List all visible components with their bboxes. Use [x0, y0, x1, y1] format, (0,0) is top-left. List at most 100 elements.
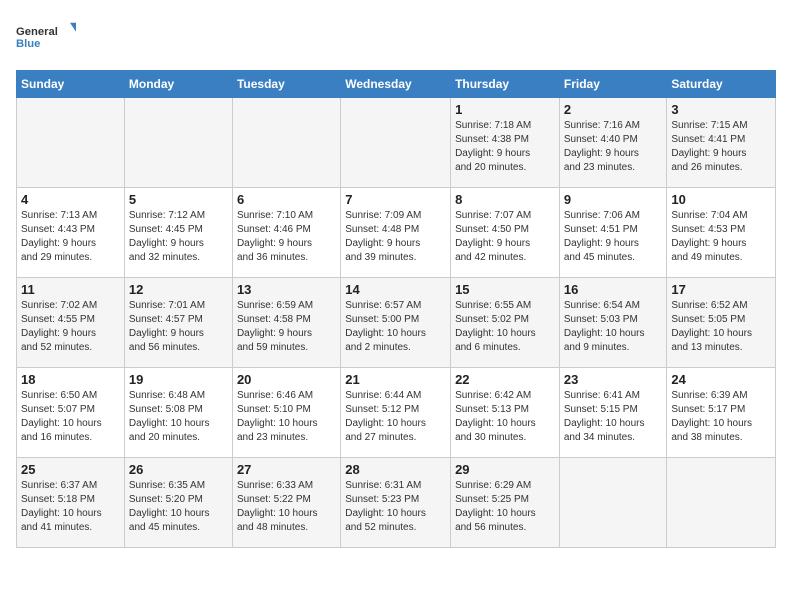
- calendar-cell: 1 Sunrise: 7:18 AM Sunset: 4:38 PM Daylig…: [451, 98, 560, 188]
- day-number: 11: [21, 282, 120, 297]
- day-info: Sunrise: 6:46 AM Sunset: 5:10 PM Dayligh…: [237, 389, 336, 445]
- day-info: Sunrise: 6:54 AM Sunset: 5:03 PM Dayligh…: [564, 299, 663, 355]
- calendar-cell: [17, 98, 125, 188]
- day-info: Sunrise: 6:50 AM Sunset: 5:07 PM Dayligh…: [21, 389, 120, 445]
- svg-text:General: General: [16, 26, 58, 38]
- day-number: 17: [671, 282, 771, 297]
- day-number: 12: [129, 282, 228, 297]
- calendar-cell: 4 Sunrise: 7:13 AM Sunset: 4:43 PM Daylig…: [17, 188, 125, 278]
- calendar-cell: 17 Sunrise: 6:52 AM Sunset: 5:05 PM Dayli…: [667, 278, 776, 368]
- day-info: Sunrise: 6:31 AM Sunset: 5:23 PM Dayligh…: [345, 479, 446, 535]
- day-info: Sunrise: 6:55 AM Sunset: 5:02 PM Dayligh…: [455, 299, 555, 355]
- day-number: 14: [345, 282, 446, 297]
- calendar-cell: 20 Sunrise: 6:46 AM Sunset: 5:10 PM Dayli…: [232, 368, 340, 458]
- day-number: 10: [671, 192, 771, 207]
- day-number: 15: [455, 282, 555, 297]
- day-number: 18: [21, 372, 120, 387]
- day-info: Sunrise: 6:52 AM Sunset: 5:05 PM Dayligh…: [671, 299, 771, 355]
- calendar-cell: 15 Sunrise: 6:55 AM Sunset: 5:02 PM Dayli…: [451, 278, 560, 368]
- day-number: 29: [455, 462, 555, 477]
- day-info: Sunrise: 6:33 AM Sunset: 5:22 PM Dayligh…: [237, 479, 336, 535]
- calendar-cell: 13 Sunrise: 6:59 AM Sunset: 4:58 PM Dayli…: [232, 278, 340, 368]
- calendar-cell: 21 Sunrise: 6:44 AM Sunset: 5:12 PM Dayli…: [341, 368, 451, 458]
- page-header: General Blue: [16, 16, 776, 58]
- calendar-cell: 14Sunrise: 6:57 AM Sunset: 5:00 PM Dayli…: [341, 278, 451, 368]
- day-info: Sunrise: 6:42 AM Sunset: 5:13 PM Dayligh…: [455, 389, 555, 445]
- day-info: Sunrise: 7:13 AM Sunset: 4:43 PM Dayligh…: [21, 209, 120, 265]
- calendar-cell: 16 Sunrise: 6:54 AM Sunset: 5:03 PM Dayli…: [559, 278, 667, 368]
- calendar-cell: 11 Sunrise: 7:02 AM Sunset: 4:55 PM Dayli…: [17, 278, 125, 368]
- day-info: Sunrise: 7:04 AM Sunset: 4:53 PM Dayligh…: [671, 209, 771, 265]
- day-info: Sunrise: 6:41 AM Sunset: 5:15 PM Dayligh…: [564, 389, 663, 445]
- day-number: 2: [564, 102, 663, 117]
- day-info: Sunrise: 7:01 AM Sunset: 4:57 PM Dayligh…: [129, 299, 228, 355]
- calendar-cell: 24 Sunrise: 6:39 AM Sunset: 5:17 PM Dayli…: [667, 368, 776, 458]
- day-number: 21: [345, 372, 446, 387]
- day-number: 3: [671, 102, 771, 117]
- day-number: 28: [345, 462, 446, 477]
- calendar-cell: 3 Sunrise: 7:15 AM Sunset: 4:41 PM Daylig…: [667, 98, 776, 188]
- calendar-cell: 28 Sunrise: 6:31 AM Sunset: 5:23 PM Dayli…: [341, 458, 451, 548]
- calendar-cell: [124, 98, 232, 188]
- day-info: Sunrise: 6:35 AM Sunset: 5:20 PM Dayligh…: [129, 479, 228, 535]
- day-info: Sunrise: 7:16 AM Sunset: 4:40 PM Dayligh…: [564, 119, 663, 175]
- day-info: Sunrise: 7:12 AM Sunset: 4:45 PM Dayligh…: [129, 209, 228, 265]
- day-number: 25: [21, 462, 120, 477]
- day-number: 16: [564, 282, 663, 297]
- day-number: 24: [671, 372, 771, 387]
- day-info: Sunrise: 7:06 AM Sunset: 4:51 PM Dayligh…: [564, 209, 663, 265]
- calendar-cell: 18 Sunrise: 6:50 AM Sunset: 5:07 PM Dayli…: [17, 368, 125, 458]
- day-number: 27: [237, 462, 336, 477]
- calendar-cell: 6 Sunrise: 7:10 AM Sunset: 4:46 PM Daylig…: [232, 188, 340, 278]
- day-number: 1: [455, 102, 555, 117]
- calendar-cell: [341, 98, 451, 188]
- calendar-cell: 12 Sunrise: 7:01 AM Sunset: 4:57 PM Dayli…: [124, 278, 232, 368]
- day-info: Sunrise: 6:39 AM Sunset: 5:17 PM Dayligh…: [671, 389, 771, 445]
- calendar-cell: 26Sunrise: 6:35 AM Sunset: 5:20 PM Dayli…: [124, 458, 232, 548]
- weekday-header-wednesday: Wednesday: [341, 71, 451, 98]
- calendar-cell: 25Sunrise: 6:37 AM Sunset: 5:18 PM Dayli…: [17, 458, 125, 548]
- day-number: 23: [564, 372, 663, 387]
- day-info: Sunrise: 7:07 AM Sunset: 4:50 PM Dayligh…: [455, 209, 555, 265]
- day-info: Sunrise: 7:02 AM Sunset: 4:55 PM Dayligh…: [21, 299, 120, 355]
- day-number: 19: [129, 372, 228, 387]
- day-number: 4: [21, 192, 120, 207]
- weekday-header-sunday: Sunday: [17, 71, 125, 98]
- day-number: 13: [237, 282, 336, 297]
- weekday-header-tuesday: Tuesday: [232, 71, 340, 98]
- day-info: Sunrise: 7:10 AM Sunset: 4:46 PM Dayligh…: [237, 209, 336, 265]
- day-number: 5: [129, 192, 228, 207]
- calendar-cell: 7 Sunrise: 7:09 AM Sunset: 4:48 PM Daylig…: [341, 188, 451, 278]
- day-number: 9: [564, 192, 663, 207]
- day-info: Sunrise: 6:44 AM Sunset: 5:12 PM Dayligh…: [345, 389, 446, 445]
- weekday-header-thursday: Thursday: [451, 71, 560, 98]
- weekday-header-friday: Friday: [559, 71, 667, 98]
- calendar-cell: 27 Sunrise: 6:33 AM Sunset: 5:22 PM Dayli…: [232, 458, 340, 548]
- calendar-cell: 8 Sunrise: 7:07 AM Sunset: 4:50 PM Daylig…: [451, 188, 560, 278]
- calendar-cell: 23 Sunrise: 6:41 AM Sunset: 5:15 PM Dayli…: [559, 368, 667, 458]
- logo-svg: General Blue: [16, 16, 76, 58]
- day-info: Sunrise: 6:59 AM Sunset: 4:58 PM Dayligh…: [237, 299, 336, 355]
- logo: General Blue: [16, 16, 76, 58]
- calendar-cell: 9 Sunrise: 7:06 AM Sunset: 4:51 PM Daylig…: [559, 188, 667, 278]
- calendar-table: SundayMondayTuesdayWednesdayThursdayFrid…: [16, 70, 776, 548]
- day-info: Sunrise: 7:15 AM Sunset: 4:41 PM Dayligh…: [671, 119, 771, 175]
- calendar-cell: 22 Sunrise: 6:42 AM Sunset: 5:13 PM Dayli…: [451, 368, 560, 458]
- day-info: Sunrise: 6:29 AM Sunset: 5:25 PM Dayligh…: [455, 479, 555, 535]
- weekday-header-saturday: Saturday: [667, 71, 776, 98]
- calendar-cell: 2 Sunrise: 7:16 AM Sunset: 4:40 PM Daylig…: [559, 98, 667, 188]
- calendar-cell: 29 Sunrise: 6:29 AM Sunset: 5:25 PM Dayli…: [451, 458, 560, 548]
- weekday-header-monday: Monday: [124, 71, 232, 98]
- day-info: Sunrise: 7:09 AM Sunset: 4:48 PM Dayligh…: [345, 209, 446, 265]
- svg-text:Blue: Blue: [16, 38, 40, 50]
- day-info: Sunrise: 7:18 AM Sunset: 4:38 PM Dayligh…: [455, 119, 555, 175]
- calendar-cell: 19Sunrise: 6:48 AM Sunset: 5:08 PM Dayli…: [124, 368, 232, 458]
- calendar-cell: [232, 98, 340, 188]
- day-number: 8: [455, 192, 555, 207]
- calendar-cell: 10 Sunrise: 7:04 AM Sunset: 4:53 PM Dayli…: [667, 188, 776, 278]
- day-number: 20: [237, 372, 336, 387]
- calendar-cell: [559, 458, 667, 548]
- day-number: 22: [455, 372, 555, 387]
- day-number: 7: [345, 192, 446, 207]
- day-number: 6: [237, 192, 336, 207]
